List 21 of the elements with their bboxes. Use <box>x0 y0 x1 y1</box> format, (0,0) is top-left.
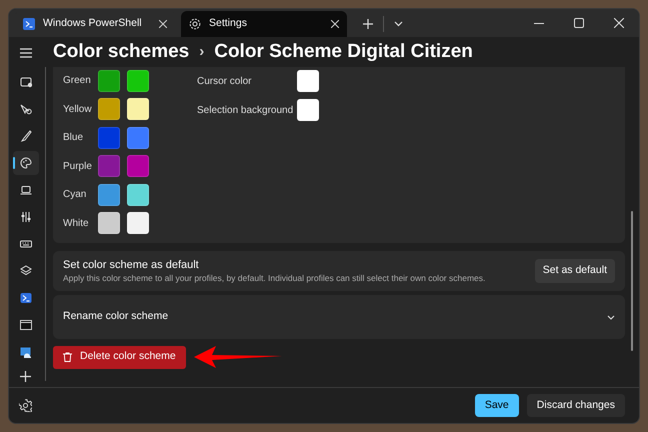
discard-button[interactable]: Discard changes <box>526 394 625 417</box>
rename-expander[interactable]: Rename color scheme <box>53 295 625 339</box>
tab[interactable]: Settings <box>181 11 347 37</box>
color-label: Selection background <box>197 104 294 118</box>
color-label: Purple <box>63 160 93 174</box>
breadcrumb-item[interactable]: Color schemes <box>53 38 190 66</box>
color-label: Cyan <box>63 188 88 202</box>
set-default-button[interactable]: Set as default <box>534 259 615 283</box>
color-label: Green <box>63 74 92 88</box>
color-label: Blue <box>63 131 84 146</box>
color-label: Cursor color <box>197 74 252 88</box>
breadcrumb-separator: › <box>199 42 204 62</box>
color-label: Yellow <box>63 102 93 117</box>
delete-button[interactable]: Delete color scheme <box>53 346 186 368</box>
breadcrumb-item: Color Scheme Digital Citizen <box>214 40 473 64</box>
card-description: Apply this color scheme to all your profiles, by default. Individual profiles can still select their own color schemes. <box>63 272 486 284</box>
tab-label: Settings <box>209 16 248 32</box>
card-title: Set color scheme as default <box>63 258 200 272</box>
tab-label: Windows PowerShell <box>43 16 143 32</box>
save-button[interactable]: Save <box>474 394 519 417</box>
color-label: White <box>63 216 90 231</box>
